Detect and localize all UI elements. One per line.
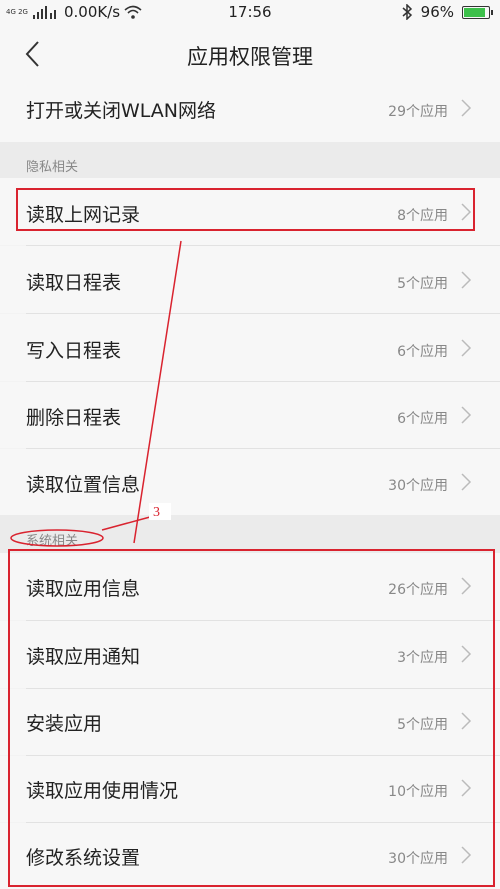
nav-bar: 应用权限管理 <box>0 26 500 84</box>
row-label: 写入日程表 <box>26 340 122 362</box>
row-label: 读取位置信息 <box>26 474 141 496</box>
row-label: 删除日程表 <box>26 407 122 429</box>
bluetooth-icon <box>402 4 412 20</box>
status-bar: 4G 2G 0.00K/s 17:56 96% <box>0 0 500 26</box>
row-count: 5个应用 <box>397 276 448 292</box>
row-label: 修改系统设置 <box>26 847 141 869</box>
row-count: 30个应用 <box>388 851 448 867</box>
chevron-right-icon <box>461 779 472 797</box>
row-label: 读取应用信息 <box>26 578 141 600</box>
row-label: 打开或关闭WLAN网络 <box>26 100 217 122</box>
chevron-right-icon <box>461 406 472 424</box>
row-label: 读取日程表 <box>26 272 122 294</box>
section-header-system: 系统相关 <box>0 515 500 553</box>
page-title: 应用权限管理 <box>187 45 313 69</box>
chevron-right-icon <box>461 577 472 595</box>
chevron-right-icon <box>461 645 472 663</box>
row-label: 安装应用 <box>26 713 103 735</box>
row-label: 读取应用使用情况 <box>26 780 179 802</box>
section-header-privacy: 隐私相关 <box>0 142 500 178</box>
row-count: 6个应用 <box>397 411 448 427</box>
section-header-label: 隐私相关 <box>26 160 79 175</box>
row-count: 26个应用 <box>388 582 448 598</box>
row-count: 6个应用 <box>397 344 448 360</box>
row-count: 5个应用 <box>397 717 448 733</box>
chevron-right-icon <box>461 203 472 221</box>
row-count: 30个应用 <box>388 478 448 494</box>
row-label: 读取上网记录 <box>26 204 141 226</box>
permission-row-wlan[interactable]: 打开或关闭WLAN网络 29个应用 <box>0 84 500 142</box>
permission-row[interactable]: 读取上网记录 8个应用 <box>0 178 500 245</box>
row-count: 29个应用 <box>388 104 448 120</box>
row-count: 8个应用 <box>397 208 448 224</box>
row-count: 10个应用 <box>388 784 448 800</box>
permission-row[interactable]: 修改系统设置 30个应用 <box>0 823 500 889</box>
chevron-right-icon <box>461 99 472 117</box>
row-label: 读取应用通知 <box>26 646 141 668</box>
permission-row[interactable]: 读取应用通知 3个应用 <box>0 621 500 688</box>
chevron-right-icon <box>461 271 472 289</box>
row-count: 3个应用 <box>397 650 448 666</box>
permission-row[interactable]: 读取日程表 5个应用 <box>0 246 500 313</box>
permission-row[interactable]: 安装应用 5个应用 <box>0 689 500 755</box>
chevron-right-icon <box>461 846 472 864</box>
permission-row[interactable]: 读取应用信息 26个应用 <box>0 553 500 620</box>
chevron-right-icon <box>461 712 472 730</box>
chevron-right-icon <box>461 339 472 357</box>
permission-row[interactable]: 写入日程表 6个应用 <box>0 314 500 381</box>
section-header-label: 系统相关 <box>26 534 79 549</box>
permission-row[interactable]: 读取位置信息 30个应用 <box>0 449 500 515</box>
permission-row[interactable]: 读取应用使用情况 10个应用 <box>0 756 500 822</box>
battery-percent: 96% <box>420 3 454 21</box>
status-right: 96% <box>401 3 493 21</box>
permission-row[interactable]: 删除日程表 6个应用 <box>0 382 500 448</box>
battery-icon <box>462 5 493 19</box>
chevron-right-icon <box>461 473 472 491</box>
